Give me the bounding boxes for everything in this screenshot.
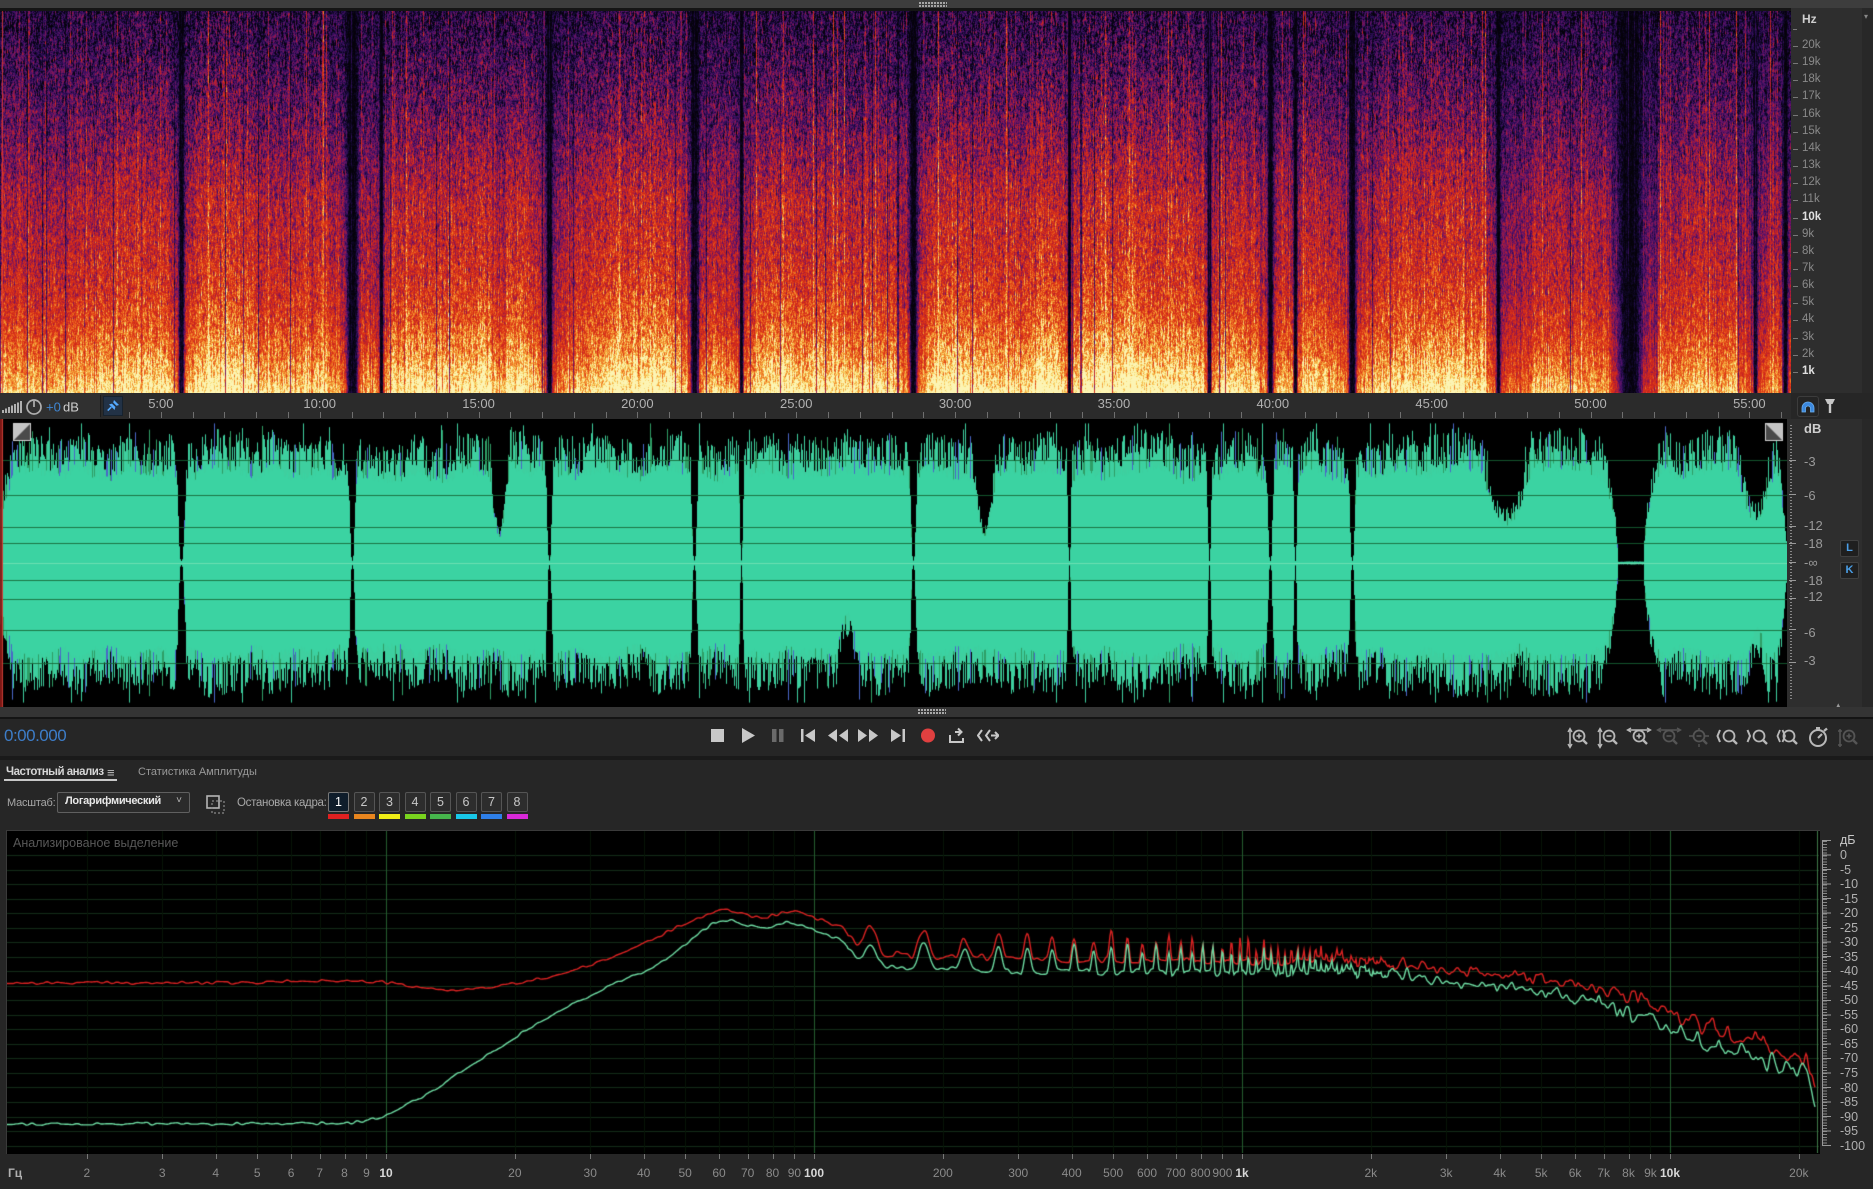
- svg-text:dB: dB: [63, 400, 79, 415]
- svg-text:+0: +0: [46, 400, 61, 415]
